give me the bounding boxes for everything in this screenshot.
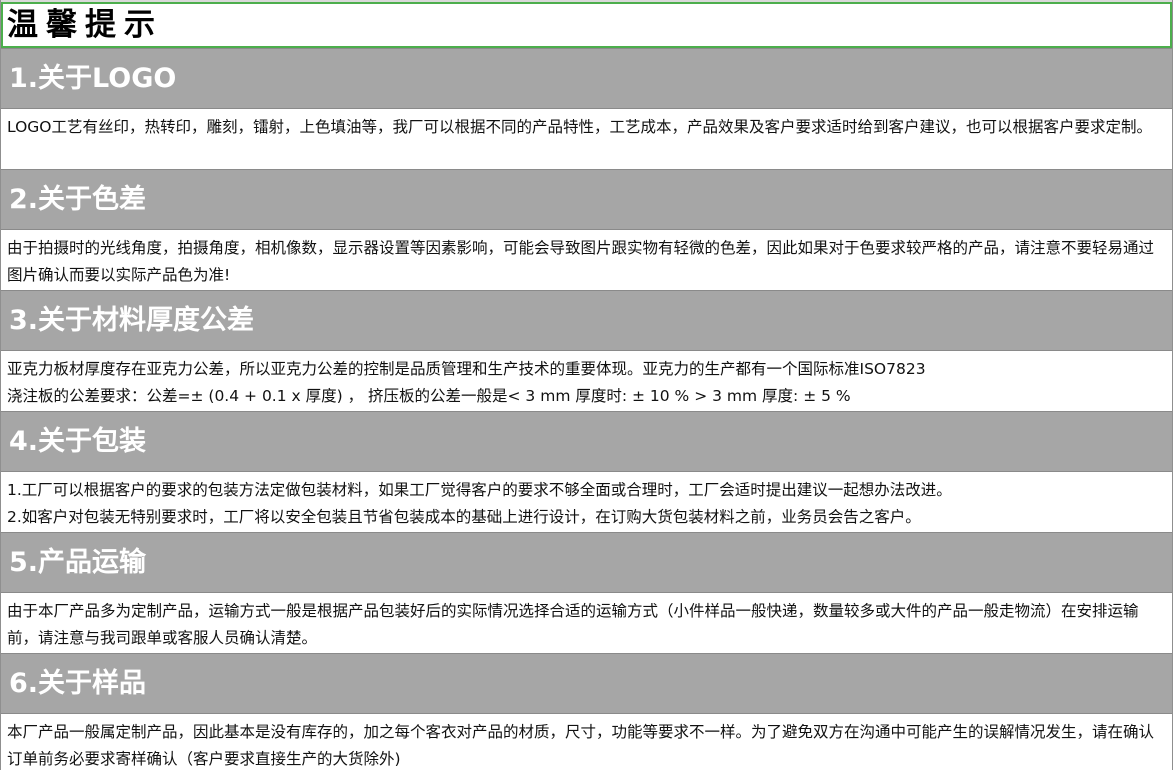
section-body-text: 本厂产品一般属定制产品，因此基本是没有库存的，加之每个客衣对产品的材质，尺寸，功… [7, 723, 1155, 768]
section-header-color-difference[interactable]: 2.关于色差 [1, 169, 1172, 230]
page-title[interactable]: 温馨提示 [1, 2, 1172, 48]
section-body-packaging[interactable]: 1.工厂可以根据客户的要求的包装方法定做包装材料，如果工厂觉得客户的要求不够全面… [1, 472, 1172, 532]
section-header-samples[interactable]: 6.关于样品 [1, 653, 1172, 714]
section-body-line-2: 浇注板的公差要求：公差=± (0.4 + 0.1 x 厚度) ， 挤压板的公差一… [7, 387, 851, 405]
section-body-samples[interactable]: 本厂产品一般属定制产品，因此基本是没有库存的，加之每个客衣对产品的材质，尺寸，功… [1, 714, 1172, 770]
section-body-color-difference[interactable]: 由于拍摄时的光线角度，拍摄角度，相机像数，显示器设置等因素影响，可能会导致图片跟… [1, 230, 1172, 290]
section-body-thickness-tolerance[interactable]: 亚克力板材厚度存在亚克力公差，所以亚克力公差的控制是品质管理和生产技术的重要体现… [1, 351, 1172, 411]
section-body-text: 由于本厂产品多为定制产品，运输方式一般是根据产品包装好后的实际情况选择合适的运输… [7, 602, 1139, 647]
section-header-logo[interactable]: 1.关于LOGO [1, 48, 1172, 109]
section-body-line-1: 1.工厂可以根据客户的要求的包装方法定做包装材料，如果工厂觉得客户的要求不够全面… [7, 481, 952, 499]
section-body-logo[interactable]: LOGO工艺有丝印，热转印，雕刻，镭射，上色填油等，我厂可以根据不同的产品特性，… [1, 109, 1172, 169]
section-body-text: 由于拍摄时的光线角度，拍摄角度，相机像数，显示器设置等因素影响，可能会导致图片跟… [7, 239, 1155, 284]
section-header-thickness-tolerance[interactable]: 3.关于材料厚度公差 [1, 290, 1172, 351]
section-body-line-1: 亚克力板材厚度存在亚克力公差，所以亚克力公差的控制是品质管理和生产技术的重要体现… [7, 360, 926, 378]
section-body-text: LOGO工艺有丝印，热转印，雕刻，镭射，上色填油等，我厂可以根据不同的产品特性，… [7, 118, 1152, 136]
spreadsheet-sheet: 温馨提示 1.关于LOGO LOGO工艺有丝印，热转印，雕刻，镭射，上色填油等，… [0, 0, 1173, 770]
section-header-shipping[interactable]: 5.产品运输 [1, 532, 1172, 593]
section-body-shipping[interactable]: 由于本厂产品多为定制产品，运输方式一般是根据产品包装好后的实际情况选择合适的运输… [1, 593, 1172, 653]
section-header-packaging[interactable]: 4.关于包装 [1, 411, 1172, 472]
section-body-line-2: 2.如客户对包装无特别要求时，工厂将以安全包装且节省包装成本的基础上进行设计，在… [7, 508, 921, 526]
